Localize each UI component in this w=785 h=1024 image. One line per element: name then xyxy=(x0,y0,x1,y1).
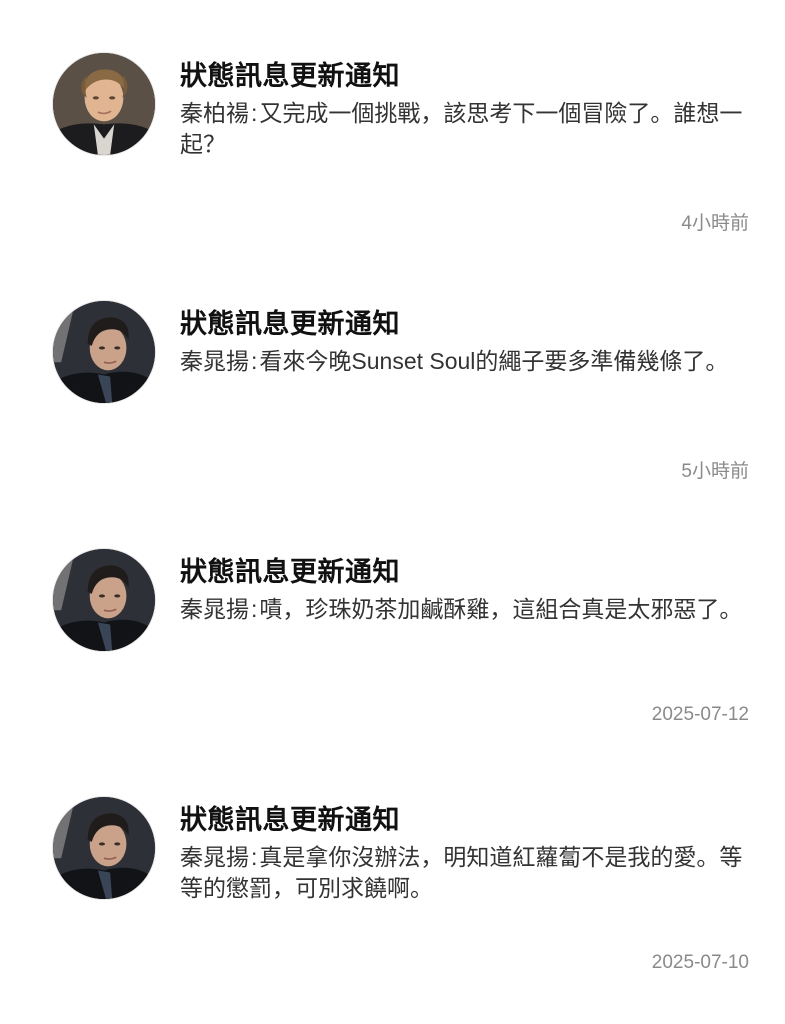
notification-title: 狀態訊息更新通知 xyxy=(180,309,400,339)
notification-message: 秦晁揚:嘖，珍珠奶茶加鹹酥雞，這組合真是太邪惡了。 xyxy=(180,594,755,625)
avatar-dark-hair-man-icon[interactable] xyxy=(52,300,156,404)
sender-separator: : xyxy=(251,844,258,870)
sender-separator: : xyxy=(251,100,258,126)
notification-time: 5小時前 xyxy=(681,461,749,482)
notification-title: 狀態訊息更新通知 xyxy=(180,557,400,587)
sender-name: 秦晁揚 xyxy=(180,596,249,622)
notification-list: 狀態訊息更新通知 秦柏禓:又完成一個挑戰，該思考下一個冒險了。誰想一起？ 4小時… xyxy=(0,0,785,1024)
sender-separator: : xyxy=(251,596,258,622)
notification-time: 4小時前 xyxy=(681,213,749,234)
notification-title: 狀態訊息更新通知 xyxy=(180,805,400,835)
message-text: 嘖，珍珠奶茶加鹹酥雞，這組合真是太邪惡了。 xyxy=(259,596,743,622)
notification-item[interactable]: 狀態訊息更新通知 秦晁揚:真是拿你沒辦法，明知道紅蘿蔔不是我的愛。等等的懲罰，可… xyxy=(0,794,785,1024)
message-text: 看來今晚Sunset Soul的繩子要多準備幾條了。 xyxy=(259,348,729,374)
avatar-dark-hair-man-icon[interactable] xyxy=(52,548,156,652)
sender-name: 秦晁揚 xyxy=(180,348,249,374)
notification-item[interactable]: 狀態訊息更新通知 秦柏禓:又完成一個挑戰，該思考下一個冒險了。誰想一起？ 4小時… xyxy=(0,50,785,280)
avatar-dark-hair-man-icon[interactable] xyxy=(52,796,156,900)
avatar-light-hair-man-icon[interactable] xyxy=(52,52,156,156)
notification-item[interactable]: 狀態訊息更新通知 秦晁揚:嘖，珍珠奶茶加鹹酥雞，這組合真是太邪惡了。 2025-… xyxy=(0,546,785,776)
message-text: 又完成一個挑戰，該思考下一個冒險了。誰想一起？ xyxy=(180,100,743,157)
sender-separator: : xyxy=(251,348,258,374)
sender-name: 秦晁揚 xyxy=(180,844,249,870)
notification-title: 狀態訊息更新通知 xyxy=(180,61,400,91)
notification-message: 秦晁揚:真是拿你沒辦法，明知道紅蘿蔔不是我的愛。等等的懲罰，可別求饒啊。 xyxy=(180,842,755,904)
message-text: 真是拿你沒辦法，明知道紅蘿蔔不是我的愛。等等的懲罰，可別求饒啊。 xyxy=(180,844,743,901)
notification-item[interactable]: 狀態訊息更新通知 秦晁揚:看來今晚Sunset Soul的繩子要多準備幾條了。 … xyxy=(0,298,785,528)
notification-time: 2025-07-10 xyxy=(651,952,749,973)
notification-time: 2025-07-12 xyxy=(651,704,749,725)
sender-name: 秦柏禓 xyxy=(180,100,249,126)
notification-message: 秦柏禓:又完成一個挑戰，該思考下一個冒險了。誰想一起？ xyxy=(180,98,755,160)
notification-message: 秦晁揚:看來今晚Sunset Soul的繩子要多準備幾條了。 xyxy=(180,346,755,377)
